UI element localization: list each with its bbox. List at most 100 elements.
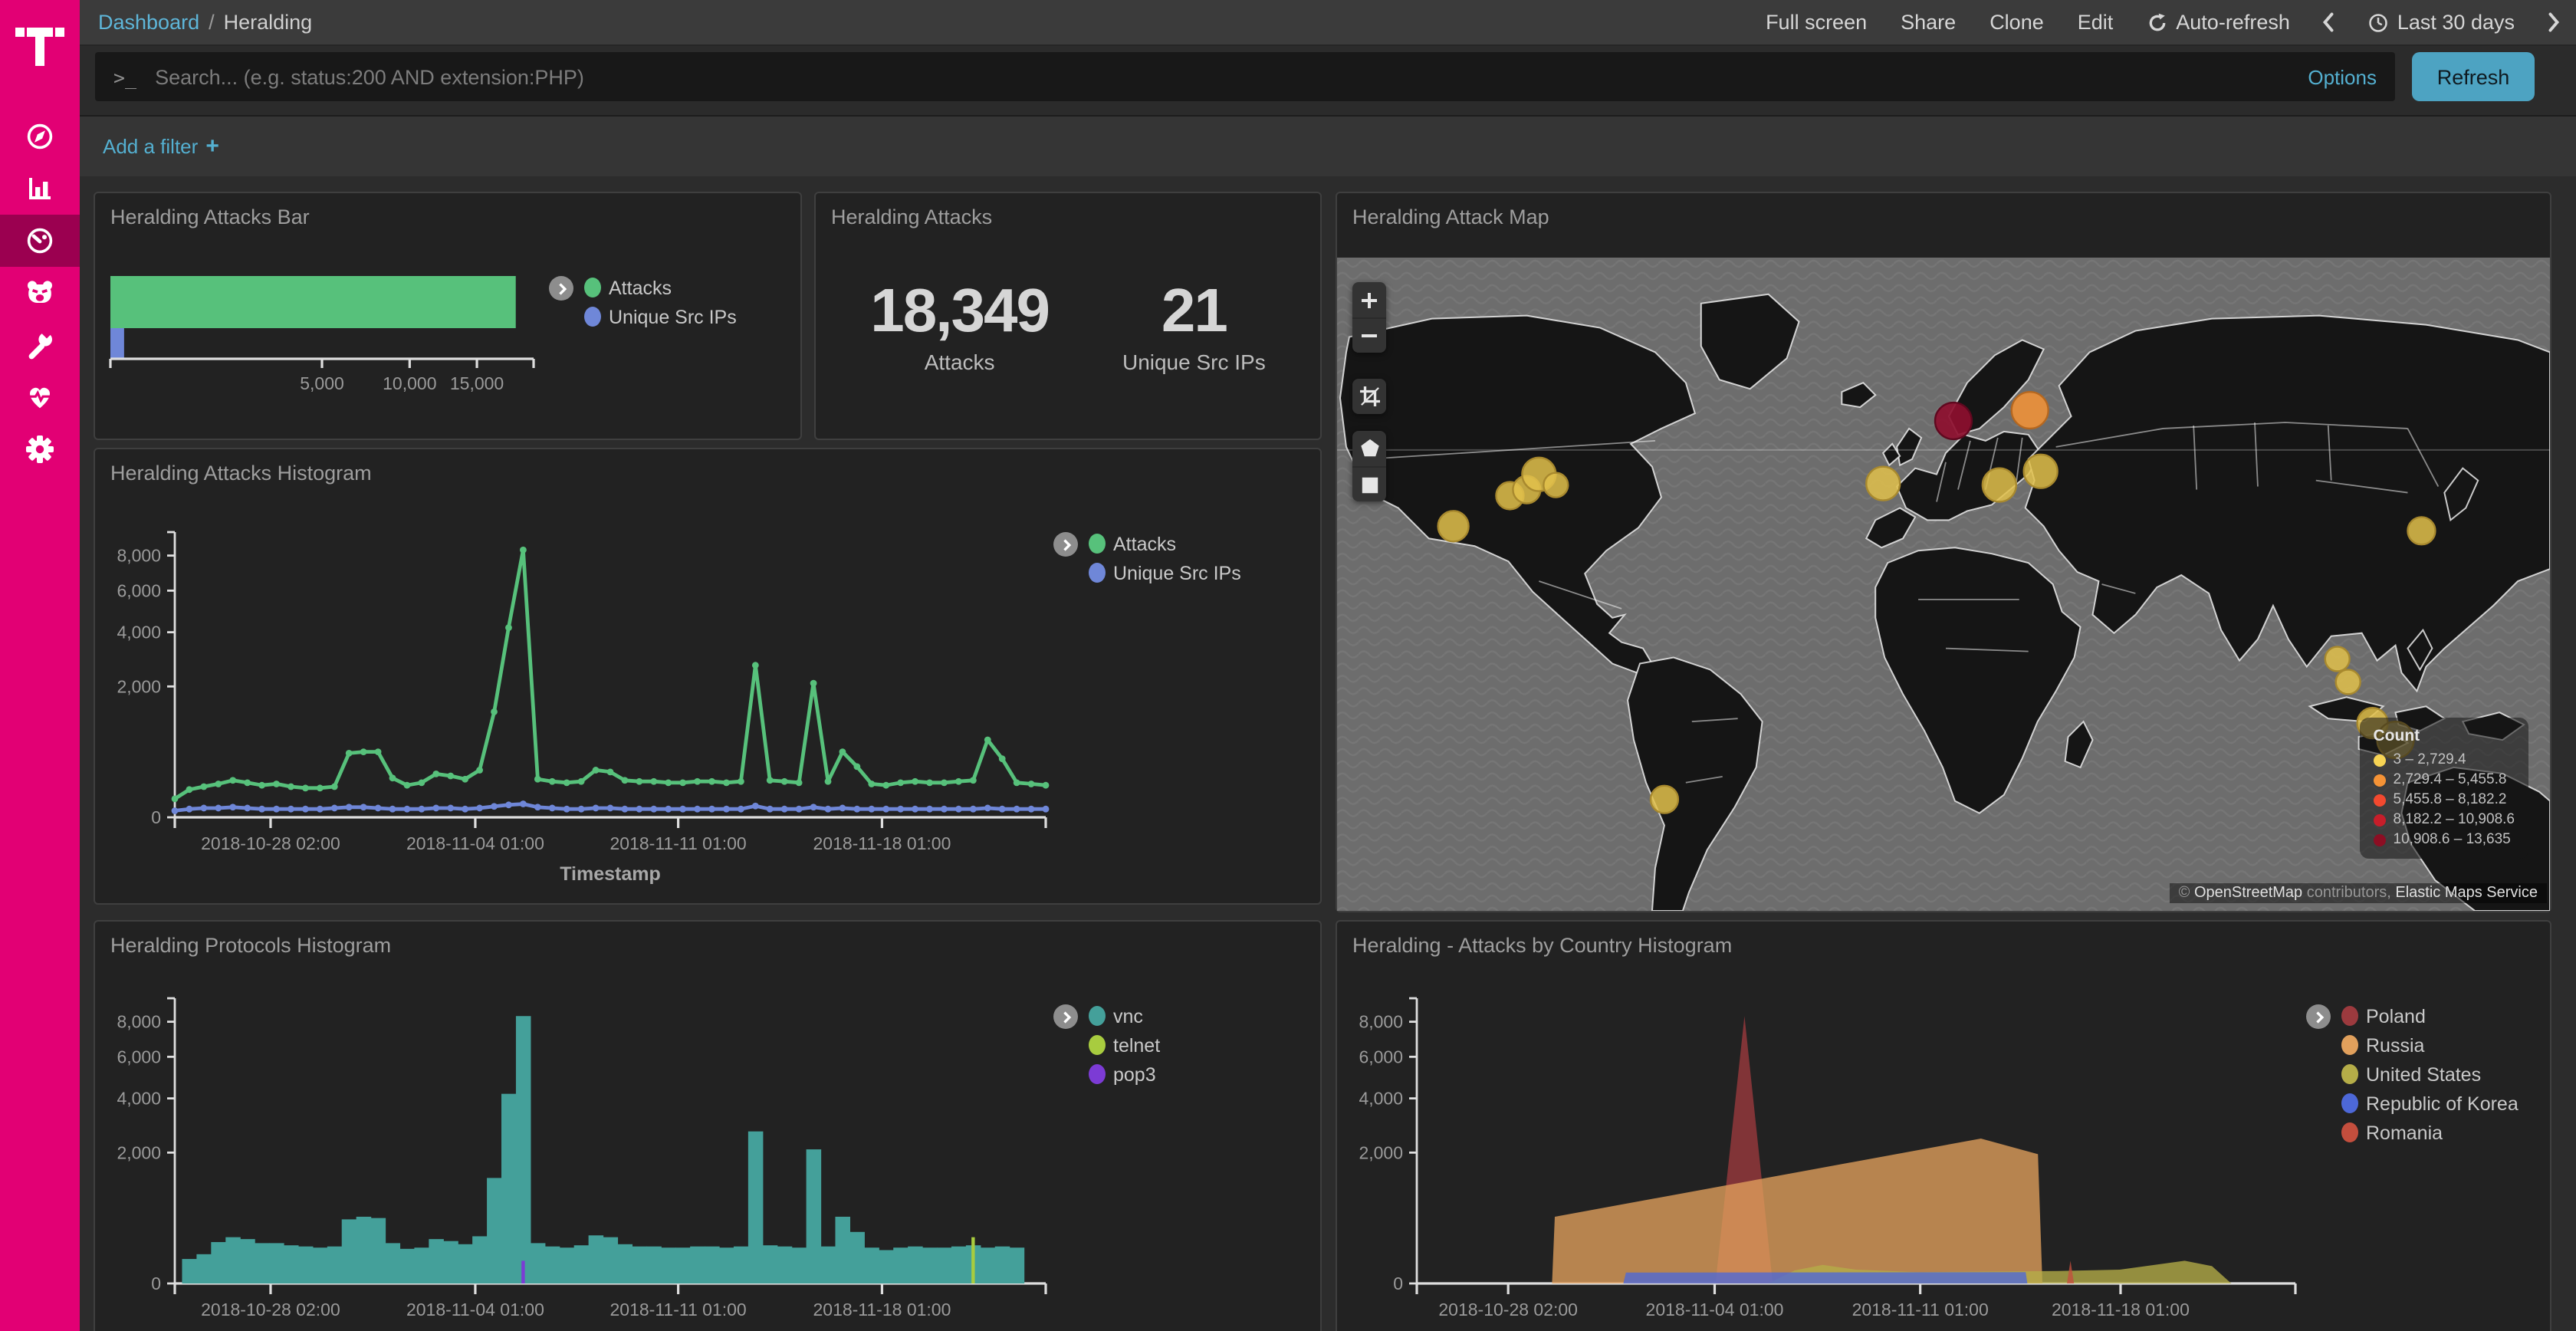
chevron-right-icon [2545, 11, 2562, 34]
attack-location-bubble [1935, 403, 1972, 439]
legend-item[interactable]: telnet [1089, 1030, 1160, 1060]
time-back-button[interactable] [2307, 11, 2351, 34]
draw-polygon-button[interactable] [1352, 431, 1386, 466]
sidebar-item-visualize[interactable] [0, 163, 80, 215]
map-legend-color-dot [2374, 774, 2386, 786]
panel-attacks-metric: Heralding Attacks 18,349 Attacks 21 Uniq… [814, 192, 1322, 440]
legend-color-dot [2341, 1064, 2358, 1084]
map-legend-item: 3 – 2,729.4 [2374, 750, 2515, 770]
add-filter-link[interactable]: Add a filter + [103, 133, 219, 159]
search-input[interactable] [152, 64, 2292, 90]
refresh-icon [2147, 12, 2168, 33]
legend-item[interactable]: vnc [1089, 1001, 1160, 1030]
legend-color-dot [1089, 1006, 1106, 1026]
breadcrumb: Dashboard / Heralding [98, 11, 312, 34]
auto-refresh-button[interactable]: Auto-refresh [2130, 11, 2307, 34]
svg-text:0: 0 [151, 1273, 161, 1293]
legend-color-dot [2341, 1006, 2358, 1026]
attack-location-bubble [1651, 786, 1678, 813]
edit-button[interactable]: Edit [2061, 11, 2131, 34]
legend-item[interactable]: Russia [2341, 1030, 2518, 1060]
svg-text:2018-10-28 02:00: 2018-10-28 02:00 [201, 833, 340, 853]
full-screen-button[interactable]: Full screen [1749, 11, 1884, 34]
legend-expand-button[interactable] [1053, 532, 1078, 557]
time-forward-button[interactable] [2532, 11, 2576, 34]
sidebar-item-honeypot[interactable] [0, 267, 80, 319]
attack-location-bubble [2336, 669, 2361, 694]
svg-text:2018-11-04 01:00: 2018-11-04 01:00 [406, 833, 544, 853]
legend-item[interactable]: Attacks [1089, 529, 1241, 558]
legend-item[interactable]: Romania [2341, 1118, 2518, 1147]
legend-color-dot [2341, 1035, 2358, 1055]
sidebar-item-dashboard[interactable] [0, 215, 80, 267]
legend-expand-button[interactable] [1053, 1004, 1078, 1029]
telekom-logo [14, 12, 66, 74]
attack-location-bubble [2024, 455, 2058, 488]
legend-expand-button[interactable] [2306, 1004, 2331, 1029]
legend-item[interactable]: pop3 [1089, 1060, 1160, 1089]
sidebar [0, 0, 80, 1331]
metric-value: 21 [1122, 278, 1266, 347]
svg-text:2018-10-28 02:00: 2018-10-28 02:00 [201, 1300, 340, 1319]
svg-text:4,000: 4,000 [1359, 1089, 1403, 1109]
zoom-out-button[interactable] [1352, 317, 1386, 353]
svg-text:2018-11-18 01:00: 2018-11-18 01:00 [813, 1300, 951, 1319]
world-map[interactable]: Count 3 – 2,729.42,729.4 – 5,455.85,455.… [1337, 258, 2550, 911]
svg-text:8,000: 8,000 [117, 1012, 161, 1032]
legend-item[interactable]: Attacks [584, 273, 737, 302]
map-legend-items: 3 – 2,729.42,729.4 – 5,455.85,455.8 – 8,… [2374, 750, 2515, 850]
legend-item[interactable]: Republic of Korea [2341, 1089, 2518, 1118]
svg-text:2,000: 2,000 [117, 676, 161, 696]
crop-tool-button[interactable] [1352, 379, 1386, 414]
map-legend-color-dot [2374, 794, 2386, 806]
legend-color-dot [1089, 1035, 1106, 1055]
map-legend-item: 5,455.8 – 8,182.2 [2374, 790, 2515, 810]
panel-attacks-bar: Heralding Attacks Bar 5,00010,00015,000 … [94, 192, 802, 440]
sidebar-nav [0, 110, 80, 475]
legend-item[interactable]: Unique Src IPs [584, 302, 737, 331]
breadcrumb-dashboard-link[interactable]: Dashboard [98, 11, 199, 34]
legend-color-dot [1089, 534, 1106, 554]
metric-attacks: 18,349 Attacks [870, 278, 1049, 374]
heartbeat-icon [25, 382, 55, 412]
legend-item[interactable]: Unique Src IPs [1089, 558, 1241, 587]
sidebar-item-monitoring[interactable] [0, 371, 80, 423]
gauge-icon [25, 225, 55, 256]
legend-expand-button[interactable] [549, 276, 573, 301]
map-legend-item: 8,182.2 – 10,908.6 [2374, 810, 2515, 830]
svg-text:6,000: 6,000 [117, 1047, 161, 1066]
legend-item[interactable]: United States [2341, 1060, 2518, 1089]
options-link[interactable]: Options [2308, 65, 2377, 88]
share-button[interactable]: Share [1884, 11, 1973, 34]
sidebar-item-devtools[interactable] [0, 319, 80, 371]
sidebar-item-discover[interactable] [0, 110, 80, 163]
svg-text:4,000: 4,000 [117, 1089, 161, 1109]
draw-rectangle-button[interactable] [1352, 466, 1386, 501]
search-box: >_ Options [95, 52, 2395, 101]
metric-value: 18,349 [870, 278, 1049, 347]
elastic-maps-service-link[interactable]: Elastic Maps Service [2395, 885, 2538, 902]
refresh-button[interactable]: Refresh [2412, 52, 2535, 101]
svg-text:2018-11-11 01:00: 2018-11-11 01:00 [610, 1300, 747, 1319]
svg-text:6,000: 6,000 [117, 580, 161, 600]
attack-location-bubble [1543, 473, 1568, 498]
svg-text:2,000: 2,000 [1359, 1142, 1403, 1162]
svg-text:2018-11-11 01:00: 2018-11-11 01:00 [1852, 1300, 1989, 1319]
time-range-picker[interactable]: Last 30 days [2351, 11, 2532, 34]
compass-icon [25, 121, 55, 152]
sidebar-item-management[interactable] [0, 423, 80, 475]
zoom-in-button[interactable] [1352, 282, 1386, 317]
openstreetmap-link[interactable]: OpenStreetMap [2194, 885, 2302, 902]
map-legend-title: Count [2374, 727, 2515, 745]
svg-text:6,000: 6,000 [1359, 1047, 1403, 1066]
svg-text:0: 0 [1393, 1273, 1403, 1293]
map-legend-color-dot [2374, 754, 2386, 766]
svg-text:2018-11-18 01:00: 2018-11-18 01:00 [813, 833, 951, 853]
map-legend-item: 10,908.6 – 13,635 [2374, 830, 2515, 850]
legend-item[interactable]: Poland [2341, 1001, 2518, 1030]
attack-location-bubble [1866, 467, 1900, 501]
attack-location-bubble [2325, 647, 2350, 672]
clone-button[interactable]: Clone [1973, 11, 2061, 34]
plus-icon: + [205, 133, 219, 159]
svg-text:Timestamp: Timestamp [560, 863, 661, 885]
